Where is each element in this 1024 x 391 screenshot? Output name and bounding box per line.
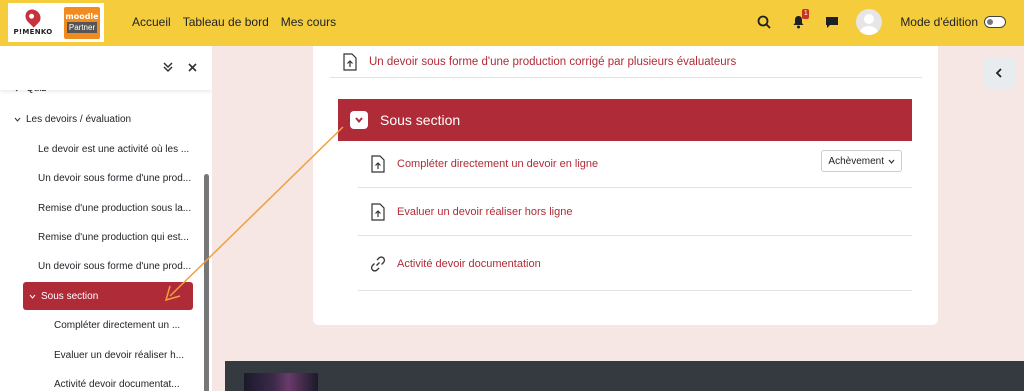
activity-link[interactable]: Compléter directement un devoir en ligne <box>397 158 598 170</box>
partner-logo-text: Partner <box>66 22 98 33</box>
activity-row[interactable]: Compléter directement un devoir en ligne… <box>358 140 912 188</box>
chevron-down-icon[interactable] <box>350 111 368 129</box>
activity-link[interactable]: Evaluer un devoir réaliser hors ligne <box>397 206 572 218</box>
navbar-actions: 1 Mode d'édition <box>754 9 1006 35</box>
drawer-header <box>0 46 212 90</box>
edit-mode-label: Mode d'édition <box>900 15 978 29</box>
section-item-devoirs[interactable]: Les devoirs / évaluation <box>12 109 212 129</box>
drawer-scrollbar[interactable] <box>204 174 209 391</box>
link-icon <box>370 255 386 273</box>
activity-link[interactable]: Un devoir sous forme d'une production co… <box>369 56 736 68</box>
chevron-left-icon <box>995 68 1002 78</box>
assignment-icon <box>342 52 358 71</box>
moodle-partner-logo: moodle Partner <box>64 6 100 39</box>
activity-item[interactable]: Remise d'une production qui est... <box>38 227 212 247</box>
nav-link-my-courses[interactable]: Mes cours <box>281 15 336 29</box>
footer-image <box>244 373 318 391</box>
activity-label: Activité devoir documentat... <box>54 378 180 390</box>
activity-label: Le devoir est une activité où les ... <box>38 143 190 155</box>
section-label: Les devoirs / évaluation <box>26 113 132 125</box>
assignment-icon <box>370 154 386 173</box>
section-title[interactable]: Sous section <box>380 112 460 128</box>
notifications-bell-icon[interactable]: 1 <box>788 9 810 32</box>
activity-row[interactable]: Evaluer un devoir réaliser hors ligne <box>358 188 912 236</box>
activity-item[interactable]: Le devoir est une activité où les ... <box>38 139 212 159</box>
activity-label: Remise d'une production qui est... <box>38 231 189 243</box>
activity-item[interactable]: Compléter directement un ... <box>54 315 212 335</box>
activity-label: Compléter directement un ... <box>54 319 181 331</box>
edit-mode-switch[interactable]: Mode d'édition <box>900 15 1006 29</box>
chevron-down-icon <box>27 293 37 300</box>
course-index-drawer: Quiz Les devoirs / évaluation Le devoir … <box>0 46 212 391</box>
nav-link-home[interactable]: Accueil <box>132 15 171 29</box>
user-avatar[interactable] <box>856 9 883 35</box>
pimenko-logo-text: P!MENKO <box>13 28 53 36</box>
activity-item[interactable]: Un devoir sous forme d'une prod... <box>38 256 212 276</box>
activity-item[interactable]: Un devoir sous forme d'une prod... <box>38 168 212 188</box>
section-label: Sous section <box>41 290 99 302</box>
activity-row[interactable]: Un devoir sous forme d'une production co… <box>330 46 922 78</box>
collapse-all-icon[interactable] <box>162 60 174 78</box>
activity-label: Un devoir sous forme d'une prod... <box>38 172 192 184</box>
primary-navigation: Accueil Tableau de bord Mes cours <box>132 15 336 29</box>
messages-icon[interactable] <box>822 12 842 32</box>
chevron-down-icon <box>12 116 22 123</box>
activity-item[interactable]: Activité devoir documentat... <box>54 374 212 391</box>
activity-item[interactable]: Evaluer un devoir réaliser h... <box>54 345 212 365</box>
activity-link[interactable]: Activité devoir documentation <box>397 258 541 270</box>
page-footer <box>225 361 1024 391</box>
activity-item[interactable]: Remise d'une production sous la... <box>38 198 212 218</box>
completion-dropdown[interactable]: Achèvement <box>821 150 902 172</box>
subsection-header: Sous section <box>338 99 912 141</box>
activity-label: Evaluer un devoir réaliser h... <box>54 349 185 361</box>
pimenko-logo: P!MENKO <box>12 6 54 40</box>
activity-label: Un devoir sous forme d'une prod... <box>38 260 192 272</box>
open-block-drawer-button[interactable] <box>983 57 1015 89</box>
edit-mode-toggle[interactable] <box>984 16 1006 28</box>
chevron-down-icon <box>888 159 895 164</box>
nav-link-dashboard[interactable]: Tableau de bord <box>183 15 269 29</box>
completion-label: Achèvement <box>828 155 884 167</box>
activity-label: Remise d'une production sous la... <box>38 202 192 214</box>
assignment-icon <box>370 202 386 221</box>
section-item-sous-section[interactable]: Sous section <box>23 282 193 310</box>
site-logo[interactable]: P!MENKO moodle Partner <box>8 3 104 42</box>
map-pin-icon <box>22 6 44 28</box>
search-icon[interactable] <box>754 12 774 32</box>
close-icon[interactable] <box>187 60 198 78</box>
activity-row[interactable]: Activité devoir documentation <box>358 237 912 291</box>
notification-count-badge: 1 <box>802 9 810 19</box>
top-navbar: P!MENKO moodle Partner Accueil Tableau d… <box>0 0 1024 46</box>
moodle-logo-text: moodle <box>65 12 99 21</box>
